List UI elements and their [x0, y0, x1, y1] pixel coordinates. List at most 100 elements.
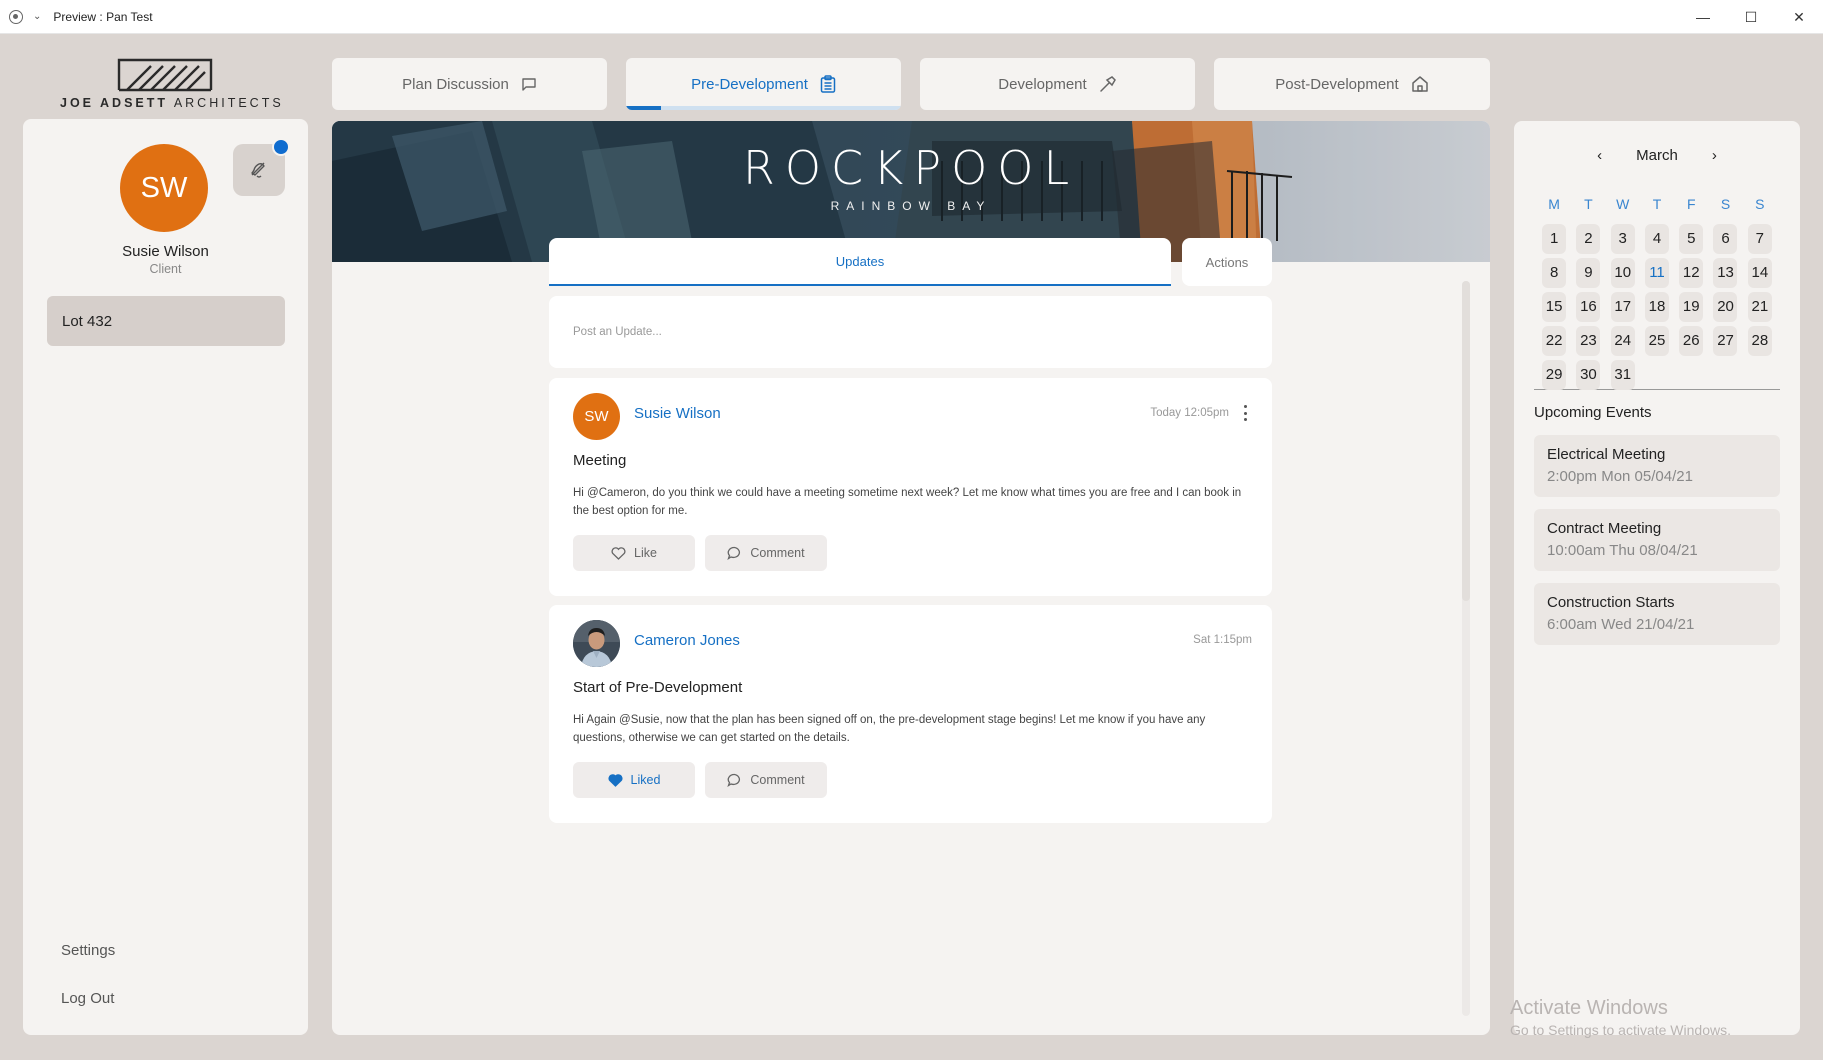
calendar-day[interactable]: 9 — [1571, 257, 1605, 288]
post-time: Sat 1:15pm — [1193, 634, 1252, 646]
calendar-week-row: 29 30 31 — [1537, 357, 1777, 391]
calendar-day[interactable]: 25 — [1640, 325, 1674, 356]
project-title: ROCKPOOL — [742, 141, 1080, 195]
tab-underline-progress — [626, 106, 661, 110]
calendar-day[interactable]: 26 — [1674, 325, 1708, 356]
calendar-day[interactable]: 5 — [1674, 223, 1708, 254]
tab-post-development[interactable]: Post-Development — [1214, 58, 1490, 110]
tab-label: Development — [998, 75, 1087, 93]
tab-development[interactable]: Development — [920, 58, 1195, 110]
calendar-day[interactable]: 20 — [1708, 291, 1742, 322]
tab-plan-discussion[interactable]: Plan Discussion — [332, 58, 607, 110]
calendar-day[interactable]: 8 — [1537, 257, 1571, 288]
comment-button[interactable]: Comment — [705, 535, 827, 571]
calendar-day[interactable]: 14 — [1743, 257, 1777, 288]
author-name[interactable]: Susie Wilson — [634, 405, 721, 422]
calendar-day[interactable]: 17 — [1606, 291, 1640, 322]
calendar-day[interactable]: 27 — [1708, 325, 1742, 356]
lot-item[interactable]: Lot 432 — [47, 296, 285, 346]
calendar-day[interactable]: 6 — [1708, 223, 1742, 254]
calendar-day[interactable]: 15 — [1537, 291, 1571, 322]
more-options-icon[interactable] — [1242, 405, 1248, 421]
weekday-label: S — [1720, 196, 1731, 212]
activate-windows-watermark: Activate Windows — [1510, 997, 1668, 1019]
close-button[interactable]: ✕ — [1775, 0, 1823, 34]
activate-windows-hint: Go to Settings to activate Windows. — [1510, 1022, 1731, 1038]
chevron-down-icon[interactable]: ⌄ — [33, 11, 41, 22]
calendar-day[interactable]: 24 — [1606, 325, 1640, 356]
calendar-day[interactable]: 10 — [1606, 257, 1640, 288]
chat-bubble-icon — [521, 77, 537, 91]
main-content: ROCKPOOL RAINBOW BAY Updates Actions Pos… — [332, 121, 1490, 1035]
tab-actions[interactable]: Actions — [1182, 238, 1272, 286]
event-date: 6:00am Wed 21/04/21 — [1547, 616, 1695, 633]
like-label: Liked — [630, 773, 661, 787]
author-avatar[interactable]: SW — [573, 393, 620, 440]
calendar-day[interactable]: 30 — [1571, 359, 1605, 390]
calendar-day[interactable]: 18 — [1640, 291, 1674, 322]
post-update-input[interactable]: Post an Update... — [549, 296, 1272, 368]
post-subject: Meeting — [573, 452, 627, 469]
settings-link[interactable]: Settings — [61, 942, 115, 959]
post-card: Cameron Jones Sat 1:15pm Start of Pre-De… — [549, 605, 1272, 823]
calendar-day[interactable]: 2 — [1571, 223, 1605, 254]
author-name[interactable]: Cameron Jones — [634, 632, 740, 649]
calendar-day[interactable]: 4 — [1640, 223, 1674, 254]
calendar-day[interactable]: 23 — [1571, 325, 1605, 356]
calendar-day[interactable]: 12 — [1674, 257, 1708, 288]
calendar-day[interactable]: 29 — [1537, 359, 1571, 390]
calendar-header: ‹ March › — [1514, 147, 1800, 164]
event-date: 10:00am Thu 08/04/21 — [1547, 542, 1698, 559]
calendar-day[interactable]: 21 — [1743, 291, 1777, 322]
comment-button[interactable]: Comment — [705, 762, 827, 798]
calendar-day[interactable]: 16 — [1571, 291, 1605, 322]
weekday-label: M — [1548, 196, 1560, 212]
event-card[interactable]: Construction Starts 6:00am Wed 21/04/21 — [1534, 583, 1780, 645]
author-avatar-photo[interactable] — [573, 620, 620, 667]
calendar-day-today[interactable]: 11 — [1640, 257, 1674, 288]
event-card[interactable]: Contract Meeting 10:00am Thu 08/04/21 — [1534, 509, 1780, 571]
hammer-icon — [1099, 75, 1117, 93]
calendar-day[interactable]: 22 — [1537, 325, 1571, 356]
calendar-day[interactable]: 1 — [1537, 223, 1571, 254]
calendar-day[interactable]: 3 — [1606, 223, 1640, 254]
minimize-button[interactable]: — — [1679, 0, 1727, 34]
weekday-label: F — [1686, 196, 1696, 212]
like-button[interactable]: Like — [573, 535, 695, 571]
maximize-button[interactable]: ☐ — [1727, 0, 1775, 34]
comment-label: Comment — [750, 546, 805, 560]
calendar-day[interactable]: 31 — [1606, 359, 1640, 390]
app-icon[interactable] — [9, 9, 23, 24]
like-button[interactable]: Liked — [573, 762, 695, 798]
calendar-month: March — [1636, 147, 1678, 164]
post-card: SW Susie Wilson Today 12:05pm Meeting Hi… — [549, 378, 1272, 596]
tab-pre-development[interactable]: Pre-Development — [626, 58, 901, 110]
user-name: Susie Wilson — [122, 243, 209, 260]
event-title: Construction Starts — [1547, 594, 1675, 611]
calendar-day[interactable]: 7 — [1743, 223, 1777, 254]
post-body: Hi @Cameron, do you think we could have … — [573, 487, 1242, 517]
calendar-day[interactable]: 19 — [1674, 291, 1708, 322]
project-subtitle: RAINBOW BAY — [830, 199, 992, 213]
calendar-week-row: 8 9 10 11 12 13 14 — [1537, 255, 1777, 289]
chevron-right-icon[interactable]: › — [1712, 147, 1717, 164]
comment-icon — [727, 546, 742, 560]
notification-badge — [272, 138, 290, 156]
feed-scrollbar-thumb[interactable] — [1462, 281, 1470, 601]
like-label: Like — [634, 546, 657, 560]
tab-updates[interactable]: Updates — [549, 238, 1171, 286]
event-date: 2:00pm Mon 05/04/21 — [1547, 468, 1693, 485]
user-avatar[interactable]: SW — [120, 144, 208, 232]
post-body: Hi Again @Susie, now that the plan has b… — [573, 714, 1206, 744]
clipboard-icon — [820, 75, 836, 93]
bell-icon — [251, 162, 265, 178]
chevron-left-icon[interactable]: ‹ — [1597, 147, 1602, 164]
calendar-week-row: 22 23 24 25 26 27 28 — [1537, 323, 1777, 357]
calendar-day[interactable]: 13 — [1708, 257, 1742, 288]
left-sidebar: SW Susie Wilson Client Lot 432 Settings … — [23, 119, 308, 1035]
event-card[interactable]: Electrical Meeting 2:00pm Mon 05/04/21 — [1534, 435, 1780, 497]
calendar-day[interactable]: 28 — [1743, 325, 1777, 356]
user-role: Client — [149, 262, 182, 276]
logout-link[interactable]: Log Out — [61, 990, 114, 1007]
calendar-weekday-row: MTWTFSS — [1537, 187, 1777, 221]
